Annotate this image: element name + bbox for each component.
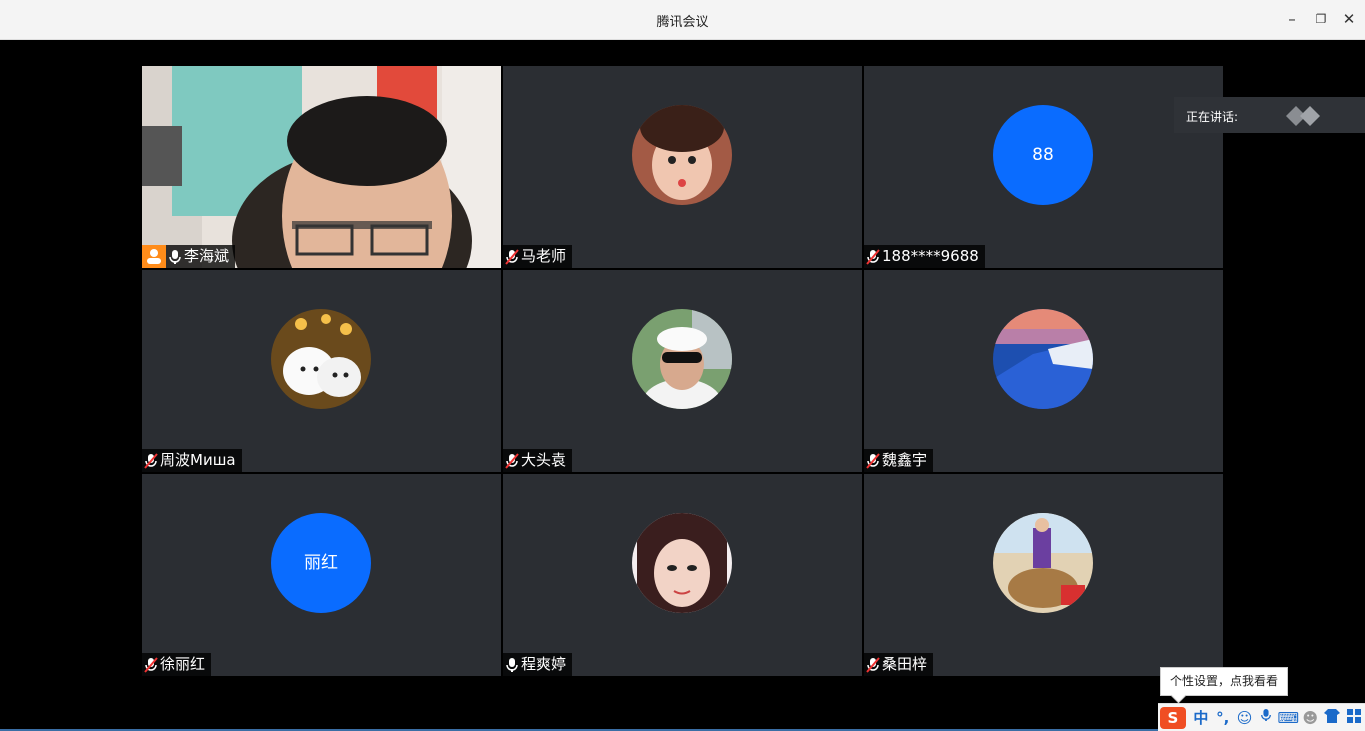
ime-mode-toggle[interactable]: 中 (1190, 707, 1212, 729)
nameplate: 桑田梓 (864, 653, 934, 676)
participant-name: 魏鑫宇 (882, 451, 928, 469)
microphone-icon[interactable] (1256, 707, 1278, 729)
avatar (993, 513, 1093, 613)
participant-tile[interactable]: 桑田梓 (864, 474, 1223, 676)
nameplate: 周波Миша (142, 449, 242, 472)
mic-muted-icon (866, 248, 880, 265)
window-title: 腾讯会议 (656, 15, 709, 30)
punctuation-toggle[interactable]: °, (1212, 707, 1234, 729)
skin-icon[interactable] (1321, 707, 1343, 729)
avatar (632, 513, 732, 613)
speaking-indicator: 正在讲话: (1174, 97, 1365, 133)
microphone-icon (506, 657, 518, 672)
microphone-icon (169, 249, 181, 264)
avatar: 丽红 (271, 513, 371, 613)
restore-button[interactable]: ❐ (1310, 8, 1332, 30)
close-button[interactable]: ✕ (1338, 8, 1360, 30)
avatar (271, 309, 371, 409)
participant-name: 188****9688 (882, 247, 979, 265)
participant-name: 桑田梓 (882, 655, 928, 673)
nameplate: 马老师 (503, 245, 573, 268)
speaking-label: 正在讲话: (1186, 110, 1239, 124)
nameplate: 程爽婷 (503, 653, 573, 676)
participant-tile[interactable]: 程爽婷 (503, 474, 862, 676)
participant-name: 马老师 (521, 247, 567, 265)
participant-name: 李海斌 (184, 247, 230, 265)
mic-muted-icon (144, 656, 158, 673)
speaking-avatars (1286, 106, 1320, 126)
mic-muted-icon (866, 452, 880, 469)
sogou-logo-icon[interactable]: S (1160, 706, 1186, 729)
nameplate: 大头袁 (503, 449, 573, 472)
participant-name: 周波Миша (160, 451, 236, 469)
mic-muted-icon (144, 452, 158, 469)
nameplate: 李海斌 (166, 245, 236, 268)
keyboard-icon[interactable]: ⌨ (1277, 707, 1300, 729)
grid-icon[interactable] (1343, 707, 1365, 729)
participant-tile[interactable]: 马老师 (503, 66, 862, 268)
avatar (993, 309, 1093, 409)
avatar: 88 (993, 105, 1093, 205)
participant-name: 大头袁 (521, 451, 567, 469)
video-feed (142, 66, 501, 268)
meeting-stage: 李海斌 马老师 88 188****9688 周波Миша 大头袁 魏鑫宇 丽红… (0, 40, 1365, 731)
emoji-icon[interactable]: ☺ (1234, 707, 1256, 729)
mic-muted-icon (505, 248, 519, 265)
participant-name: 徐丽红 (160, 655, 206, 673)
title-bar: 腾讯会议 – ❐ ✕ (0, 0, 1365, 40)
host-icon (142, 245, 166, 268)
nameplate: 魏鑫宇 (864, 449, 934, 472)
participant-tile[interactable]: 李海斌 (142, 66, 501, 268)
participant-tile[interactable]: 魏鑫宇 (864, 270, 1223, 472)
minimize-button[interactable]: – (1281, 8, 1303, 30)
mic-muted-icon (505, 452, 519, 469)
avatar (632, 105, 732, 205)
avatar (632, 309, 732, 409)
ime-toolbar: S 中 °, ☺ ⌨ ☻ (1158, 703, 1365, 731)
participant-tile[interactable]: 88 188****9688 (864, 66, 1223, 268)
participant-tile[interactable]: 大头袁 (503, 270, 862, 472)
nameplate: 188****9688 (864, 245, 985, 268)
nameplate: 徐丽红 (142, 653, 212, 676)
participant-tile[interactable]: 周波Миша (142, 270, 501, 472)
ime-tooltip: 个性设置，点我看看 (1160, 667, 1288, 696)
participant-tile[interactable]: 丽红 徐丽红 (142, 474, 501, 676)
participant-name: 程爽婷 (521, 655, 567, 673)
mic-muted-icon (866, 656, 880, 673)
user-icon[interactable]: ☻ (1299, 707, 1321, 729)
